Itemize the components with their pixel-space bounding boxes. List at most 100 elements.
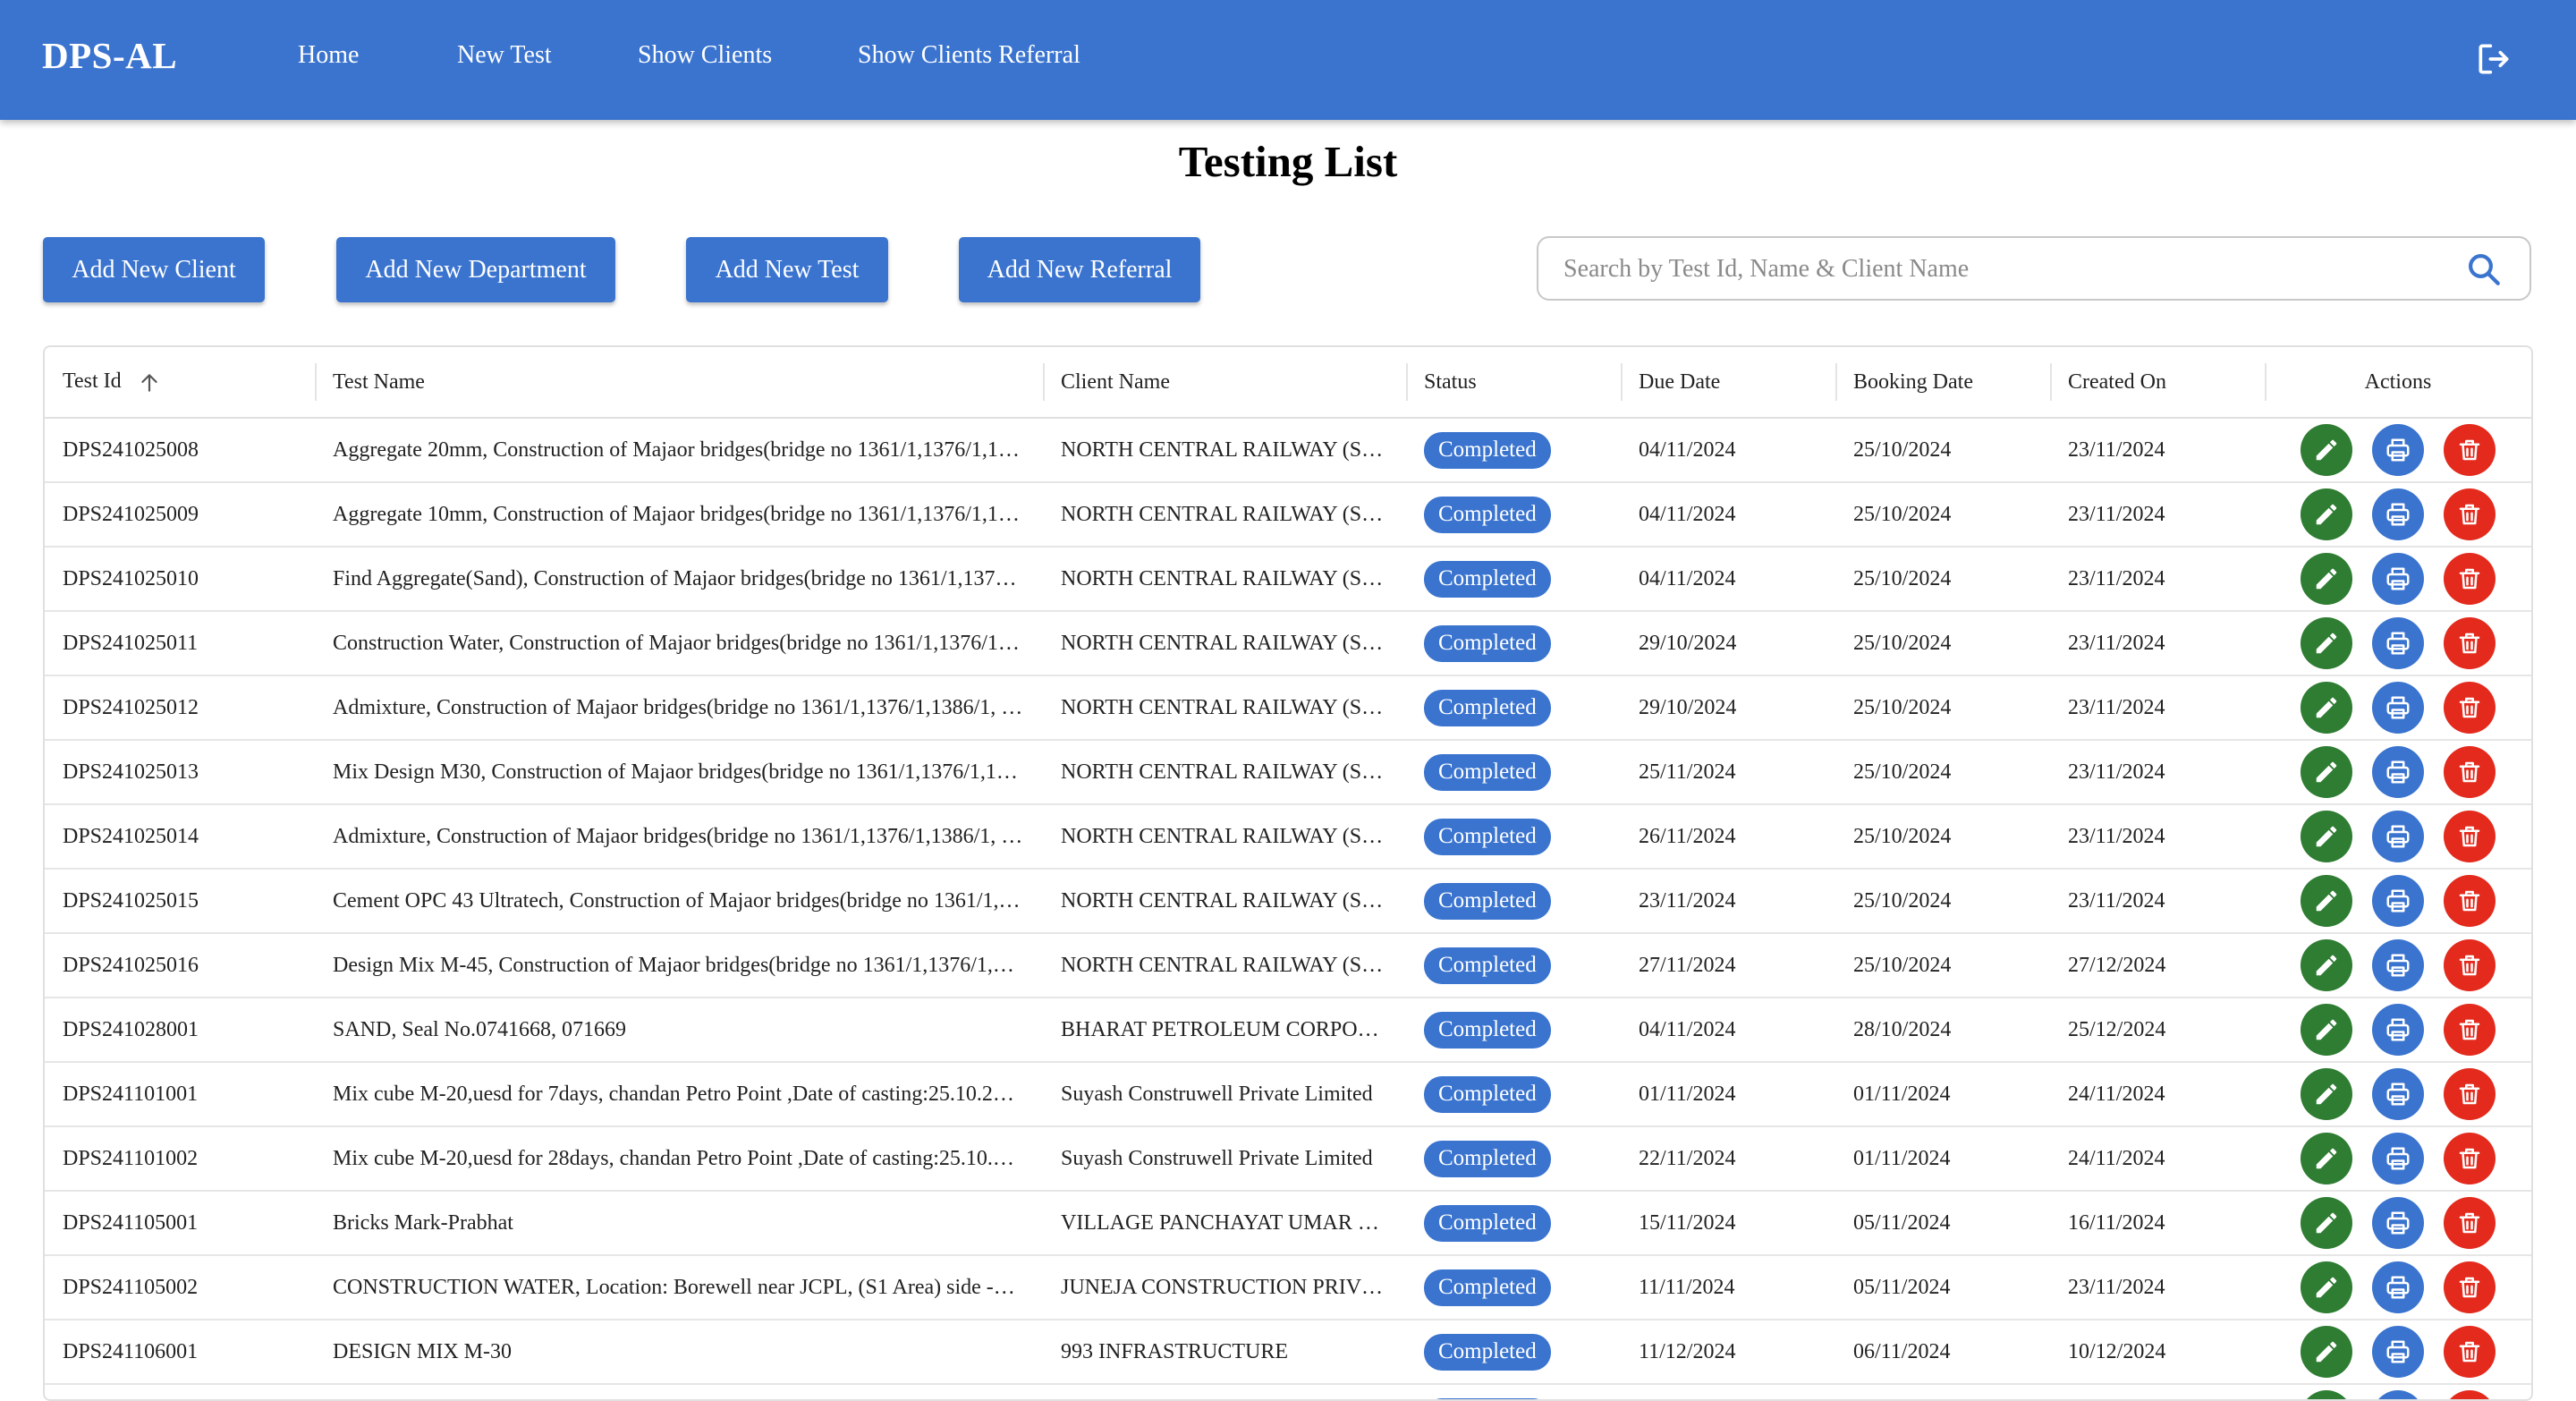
due-date-cell: 23/11/2024	[1621, 869, 1835, 933]
logout-icon[interactable]	[2474, 39, 2513, 79]
print-icon[interactable]	[2372, 1261, 2424, 1313]
edit-icon[interactable]	[2301, 1068, 2352, 1120]
booking-date-cell: 25/10/2024	[1835, 611, 2050, 675]
client-name-cell: NORTH CENTRAL RAILWAY (S…	[1043, 675, 1406, 740]
created-on-cell: 23/11/2024	[2050, 804, 2265, 869]
search-icon[interactable]	[2465, 250, 2503, 288]
print-icon[interactable]	[2372, 1197, 2424, 1249]
table-row[interactable]: DPS241106001 DESIGN MIX M-30 993 INFRAST…	[45, 1320, 2531, 1384]
delete-icon[interactable]	[2444, 424, 2496, 476]
actions-cell	[2265, 418, 2531, 482]
column-header-test-name[interactable]: Test Name	[315, 347, 1043, 418]
table-row[interactable]: DPS241025011 Construction Water, Constru…	[45, 611, 2531, 675]
print-icon[interactable]	[2372, 488, 2424, 540]
add-new-referral-button[interactable]: Add New Referral	[959, 237, 1200, 302]
table-row[interactable]: DPS241105002 CONSTRUCTION WATER, Locatio…	[45, 1255, 2531, 1320]
delete-icon[interactable]	[2444, 1068, 2496, 1120]
nav-home[interactable]: Home	[298, 41, 359, 70]
print-icon[interactable]	[2372, 1390, 2424, 1401]
table-row[interactable]: DPS241025010 Find Aggregate(Sand), Const…	[45, 547, 2531, 611]
edit-icon[interactable]	[2301, 1326, 2352, 1378]
table-row[interactable]: Completed	[45, 1384, 2531, 1401]
delete-icon[interactable]	[2444, 488, 2496, 540]
delete-icon[interactable]	[2444, 1326, 2496, 1378]
column-header-booking-date[interactable]: Booking Date	[1835, 347, 2050, 418]
print-icon[interactable]	[2372, 617, 2424, 669]
delete-icon[interactable]	[2444, 1197, 2496, 1249]
edit-icon[interactable]	[2301, 1197, 2352, 1249]
table-row[interactable]: DPS241025014 Admixture, Construction of …	[45, 804, 2531, 869]
table-row[interactable]: DPS241101001 Mix cube M-20,uesd for 7day…	[45, 1062, 2531, 1126]
client-name-cell: NORTH CENTRAL RAILWAY (S…	[1043, 869, 1406, 933]
test-id-cell: DPS241025009	[45, 482, 315, 547]
edit-icon[interactable]	[2301, 939, 2352, 991]
edit-icon[interactable]	[2301, 553, 2352, 605]
edit-icon[interactable]	[2301, 811, 2352, 862]
print-icon[interactable]	[2372, 875, 2424, 927]
table-row[interactable]: DPS241025016 Design Mix M-45, Constructi…	[45, 933, 2531, 998]
delete-icon[interactable]	[2444, 1261, 2496, 1313]
add-new-client-button[interactable]: Add New Client	[43, 237, 265, 302]
search-input[interactable]	[1562, 238, 2424, 301]
edit-icon[interactable]	[2301, 1261, 2352, 1313]
print-icon[interactable]	[2372, 939, 2424, 991]
delete-icon[interactable]	[2444, 875, 2496, 927]
arrow-up-icon[interactable]	[138, 371, 161, 395]
print-icon[interactable]	[2372, 746, 2424, 798]
test-id-cell: DPS241025016	[45, 933, 315, 998]
print-icon[interactable]	[2372, 1326, 2424, 1378]
actions-cell	[2265, 1384, 2531, 1401]
print-icon[interactable]	[2372, 1068, 2424, 1120]
delete-icon[interactable]	[2444, 682, 2496, 734]
delete-icon[interactable]	[2444, 1390, 2496, 1401]
due-date-cell: 01/11/2024	[1621, 1062, 1835, 1126]
print-icon[interactable]	[2372, 424, 2424, 476]
column-header-client-name[interactable]: Client Name	[1043, 347, 1406, 418]
column-header-test-id[interactable]: Test Id	[45, 347, 315, 418]
status-badge: Completed	[1424, 561, 1551, 598]
add-new-test-button[interactable]: Add New Test	[686, 237, 888, 302]
table-row[interactable]: DPS241025015 Cement OPC 43 Ultratech, Co…	[45, 869, 2531, 933]
print-icon[interactable]	[2372, 1004, 2424, 1056]
print-icon[interactable]	[2372, 553, 2424, 605]
nav-new-test[interactable]: New Test	[457, 41, 552, 70]
print-icon[interactable]	[2372, 682, 2424, 734]
table-row[interactable]: DPS241025008 Aggregate 20mm, Constructio…	[45, 418, 2531, 482]
column-header-status[interactable]: Status	[1406, 347, 1621, 418]
table-row[interactable]: DPS241101002 Mix cube M-20,uesd for 28da…	[45, 1126, 2531, 1191]
delete-icon[interactable]	[2444, 1133, 2496, 1184]
status-badge: Completed	[1424, 690, 1551, 726]
column-header-due-date[interactable]: Due Date	[1621, 347, 1835, 418]
column-header-created-on[interactable]: Created On	[2050, 347, 2265, 418]
table-row[interactable]: DPS241025012 Admixture, Construction of …	[45, 675, 2531, 740]
edit-icon[interactable]	[2301, 746, 2352, 798]
print-icon[interactable]	[2372, 811, 2424, 862]
edit-icon[interactable]	[2301, 424, 2352, 476]
edit-icon[interactable]	[2301, 1133, 2352, 1184]
table-row[interactable]: DPS241105001 Bricks Mark-Prabhat VILLAGE…	[45, 1191, 2531, 1255]
table-row[interactable]: DPS241025013 Mix Design M30, Constructio…	[45, 740, 2531, 804]
created-on-cell: 23/11/2024	[2050, 869, 2265, 933]
print-icon[interactable]	[2372, 1133, 2424, 1184]
delete-icon[interactable]	[2444, 553, 2496, 605]
edit-icon[interactable]	[2301, 682, 2352, 734]
edit-icon[interactable]	[2301, 617, 2352, 669]
edit-icon[interactable]	[2301, 488, 2352, 540]
brand-logo[interactable]: DPS-AL	[42, 34, 177, 77]
nav-show-clients-referral[interactable]: Show Clients Referral	[858, 41, 1080, 70]
due-date-cell: 04/11/2024	[1621, 998, 1835, 1062]
delete-icon[interactable]	[2444, 617, 2496, 669]
delete-icon[interactable]	[2444, 811, 2496, 862]
table-row[interactable]: DPS241025009 Aggregate 10mm, Constructio…	[45, 482, 2531, 547]
actions-cell	[2265, 998, 2531, 1062]
table-row[interactable]: DPS241028001 SAND, Seal No.0741668, 0716…	[45, 998, 2531, 1062]
test-name-cell: CONSTRUCTION WATER, Location: Borewell n…	[315, 1255, 1043, 1320]
nav-show-clients[interactable]: Show Clients	[638, 41, 772, 70]
edit-icon[interactable]	[2301, 875, 2352, 927]
edit-icon[interactable]	[2301, 1004, 2352, 1056]
delete-icon[interactable]	[2444, 939, 2496, 991]
delete-icon[interactable]	[2444, 1004, 2496, 1056]
delete-icon[interactable]	[2444, 746, 2496, 798]
edit-icon[interactable]	[2301, 1390, 2352, 1401]
add-new-department-button[interactable]: Add New Department	[336, 237, 615, 302]
